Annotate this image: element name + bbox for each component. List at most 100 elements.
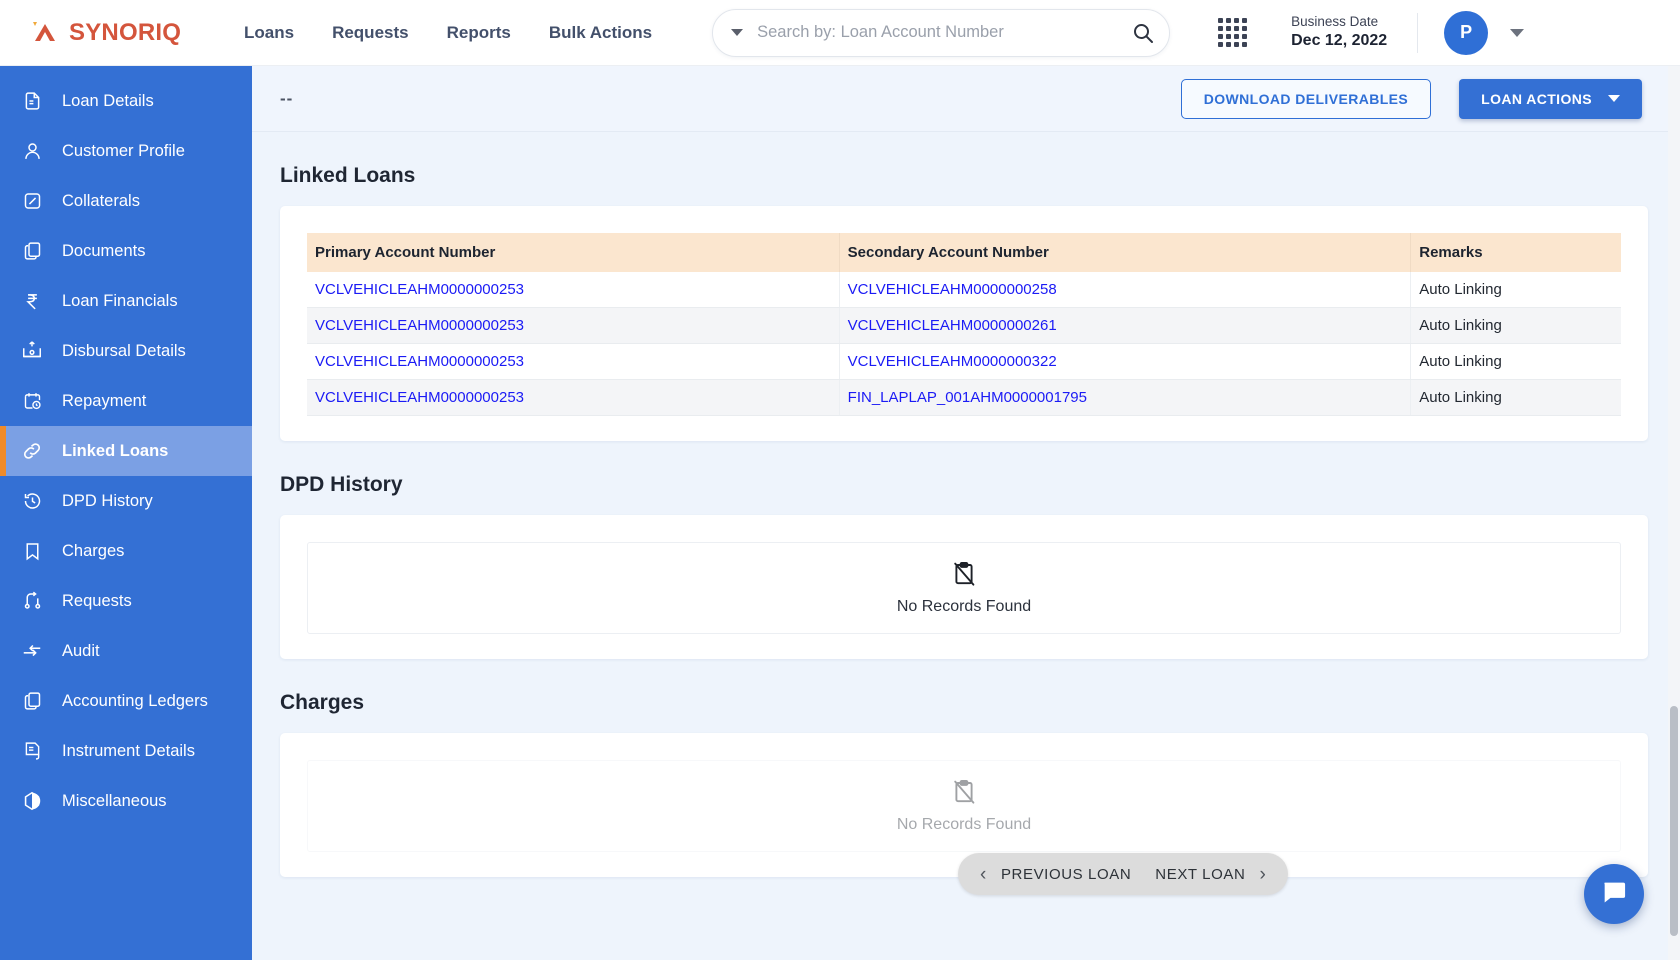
primary-account-link[interactable]: VCLVEHICLEAHM0000000253 xyxy=(315,281,524,298)
branch-arrow-icon xyxy=(19,588,45,614)
sidebar-item-miscellaneous[interactable]: Miscellaneous xyxy=(0,776,252,826)
charges-empty-state: No Records Found xyxy=(307,760,1621,852)
clipboard-slash-icon xyxy=(952,561,976,592)
column-header-primary-account-number[interactable]: Primary Account Number xyxy=(307,233,840,272)
brand-name: SYNORIQ xyxy=(69,18,182,46)
hexagon-half-icon xyxy=(19,788,45,814)
sidebar-item-dpd-history[interactable]: DPD History xyxy=(0,476,252,526)
business-date-label: Business Date xyxy=(1291,14,1379,30)
secondary-account-link[interactable]: VCLVEHICLEAHM0000000322 xyxy=(848,353,1057,370)
section-title-charges: Charges xyxy=(280,691,365,714)
sidebar-item-label: Accounting Ledgers xyxy=(62,691,208,710)
table-row: VCLVEHICLEAHM0000000253 VCLVEHICLEAHM000… xyxy=(307,307,1621,344)
vertical-scrollbar[interactable] xyxy=(1668,66,1680,960)
page-action-bar: -- DOWNLOAD DELIVERABLES LOAN ACTIONS xyxy=(252,66,1680,132)
chevron-right-icon: › xyxy=(1259,863,1267,885)
column-header-remarks[interactable]: Remarks xyxy=(1410,233,1621,272)
cash-out-icon xyxy=(19,338,45,364)
sidebar-item-label: Loan Financials xyxy=(62,291,178,310)
cell-primary-account: VCLVEHICLEAHM0000000253 xyxy=(307,343,840,380)
previous-loan-button[interactable]: ‹ PREVIOUS LOAN xyxy=(970,865,1141,884)
sidebar-item-loan-details[interactable]: Loan Details xyxy=(0,76,252,126)
sidebar-item-customer-profile[interactable]: Customer Profile xyxy=(0,126,252,176)
sidebar-item-label: Collaterals xyxy=(62,191,140,210)
nav-item-requests[interactable]: Requests xyxy=(332,23,409,43)
primary-account-link[interactable]: VCLVEHICLEAHM0000000253 xyxy=(315,353,524,370)
search-category-chevron-down-icon[interactable] xyxy=(731,29,744,36)
search-input[interactable] xyxy=(757,23,1132,42)
calendar-clock-icon xyxy=(19,388,45,414)
nav-item-bulk-actions[interactable]: Bulk Actions xyxy=(549,23,652,43)
page-subtitle: -- xyxy=(280,88,294,108)
secondary-account-link[interactable]: VCLVEHICLEAHM0000000258 xyxy=(848,281,1057,298)
nav-item-loans[interactable]: Loans xyxy=(244,23,294,43)
sidebar-item-instrument-details[interactable]: Instrument Details xyxy=(0,726,252,776)
body-region: Loan Details Customer Profile Collateral… xyxy=(0,66,1680,960)
next-loan-button[interactable]: NEXT LOAN › xyxy=(1145,865,1276,884)
sidebar-item-label: Instrument Details xyxy=(62,741,195,760)
sidebar-item-label: Requests xyxy=(62,591,132,610)
sidebar-item-audit[interactable]: Audit xyxy=(0,626,252,676)
main-scroll-area: -- DOWNLOAD DELIVERABLES LOAN ACTIONS Li… xyxy=(252,66,1680,960)
sidebar-item-collaterals[interactable]: Collaterals xyxy=(0,176,252,226)
document-lines-icon xyxy=(19,88,45,114)
table-header: Primary Account Number Secondary Account… xyxy=(307,233,1621,272)
header-divider xyxy=(1417,12,1419,53)
cell-primary-account: VCLVEHICLEAHM0000000253 xyxy=(307,272,840,308)
avatar[interactable]: P xyxy=(1444,10,1489,55)
sidebar-item-label: Linked Loans xyxy=(62,441,169,460)
dpd-history-empty-state: No Records Found xyxy=(307,542,1621,634)
loan-actions-chevron-down-icon xyxy=(1608,95,1620,102)
rupee-icon xyxy=(19,288,45,314)
secondary-account-link[interactable]: VCLVEHICLEAHM0000000261 xyxy=(848,317,1057,334)
section-title-linked-loans: Linked Loans xyxy=(280,164,416,187)
table-row: VCLVEHICLEAHM0000000253 VCLVEHICLEAHM000… xyxy=(307,272,1621,308)
sidebar-item-documents[interactable]: Documents xyxy=(0,226,252,276)
synoriq-chevron-logo-icon xyxy=(32,19,62,47)
arrows-exchange-icon xyxy=(19,638,45,664)
business-date: Business Date Dec 12, 2022 xyxy=(1291,14,1387,51)
business-date-value: Dec 12, 2022 xyxy=(1291,31,1388,49)
square-slash-icon xyxy=(19,188,45,214)
sidebar-item-charges[interactable]: Charges xyxy=(0,526,252,576)
table-row: VCLVEHICLEAHM0000000253 FIN_LAPLAP_001AH… xyxy=(307,379,1621,416)
chat-bubble-icon xyxy=(1600,878,1628,911)
sidebar-item-label: Disbursal Details xyxy=(62,341,186,360)
copy-pages-icon xyxy=(19,238,45,264)
table-body: VCLVEHICLEAHM0000000253 VCLVEHICLEAHM000… xyxy=(307,272,1621,416)
primary-account-link[interactable]: VCLVEHICLEAHM0000000253 xyxy=(315,389,524,406)
chevron-left-icon: ‹ xyxy=(980,863,987,885)
empty-state-text: No Records Found xyxy=(896,597,1032,615)
sidebar-item-label: Repayment xyxy=(62,391,147,410)
download-deliverables-button[interactable]: DOWNLOAD DELIVERABLES xyxy=(1180,78,1432,119)
primary-account-link[interactable]: VCLVEHICLEAHM0000000253 xyxy=(315,317,524,334)
loan-actions-button[interactable]: LOAN ACTIONS xyxy=(1459,78,1642,119)
sidebar-item-repayment[interactable]: Repayment xyxy=(0,376,252,426)
sidebar: Loan Details Customer Profile Collateral… xyxy=(0,66,252,960)
column-header-secondary-account-number[interactable]: Secondary Account Number xyxy=(839,233,1412,272)
sidebar-item-label: Miscellaneous xyxy=(62,791,167,810)
sidebar-item-requests[interactable]: Requests xyxy=(0,576,252,626)
primary-nav: Loans Requests Reports Bulk Actions xyxy=(244,23,652,43)
search-icon[interactable] xyxy=(1131,21,1155,45)
sidebar-item-label: Loan Details xyxy=(62,91,154,110)
sidebar-item-accounting-ledgers[interactable]: Accounting Ledgers xyxy=(0,676,252,726)
global-search xyxy=(712,8,1171,57)
app-root: SYNORIQ Loans Requests Reports Bulk Acti… xyxy=(0,0,1680,960)
chat-support-button[interactable] xyxy=(1584,864,1644,924)
section-title-dpd-history: DPD History xyxy=(280,473,403,496)
sections-container: Linked Loans Primary Account Number Seco… xyxy=(252,132,1680,960)
scrollbar-thumb[interactable] xyxy=(1670,706,1678,936)
brand-logo[interactable]: SYNORIQ xyxy=(0,19,218,47)
nav-item-reports[interactable]: Reports xyxy=(447,23,511,43)
user-menu-chevron-down-icon[interactable] xyxy=(1510,28,1525,37)
sidebar-item-linked-loans[interactable]: Linked Loans xyxy=(0,426,252,476)
secondary-account-link[interactable]: FIN_LAPLAP_001AHM0000001795 xyxy=(848,389,1087,406)
table-row: VCLVEHICLEAHM0000000253 VCLVEHICLEAHM000… xyxy=(307,343,1621,380)
copy-pages-icon xyxy=(19,688,45,714)
sidebar-item-disbursal-details[interactable]: Disbursal Details xyxy=(0,326,252,376)
chain-link-icon xyxy=(19,438,45,464)
sidebar-item-loan-financials[interactable]: Loan Financials xyxy=(0,276,252,326)
apps-grid-icon[interactable] xyxy=(1218,18,1248,47)
next-loan-label: NEXT LOAN xyxy=(1155,865,1246,883)
